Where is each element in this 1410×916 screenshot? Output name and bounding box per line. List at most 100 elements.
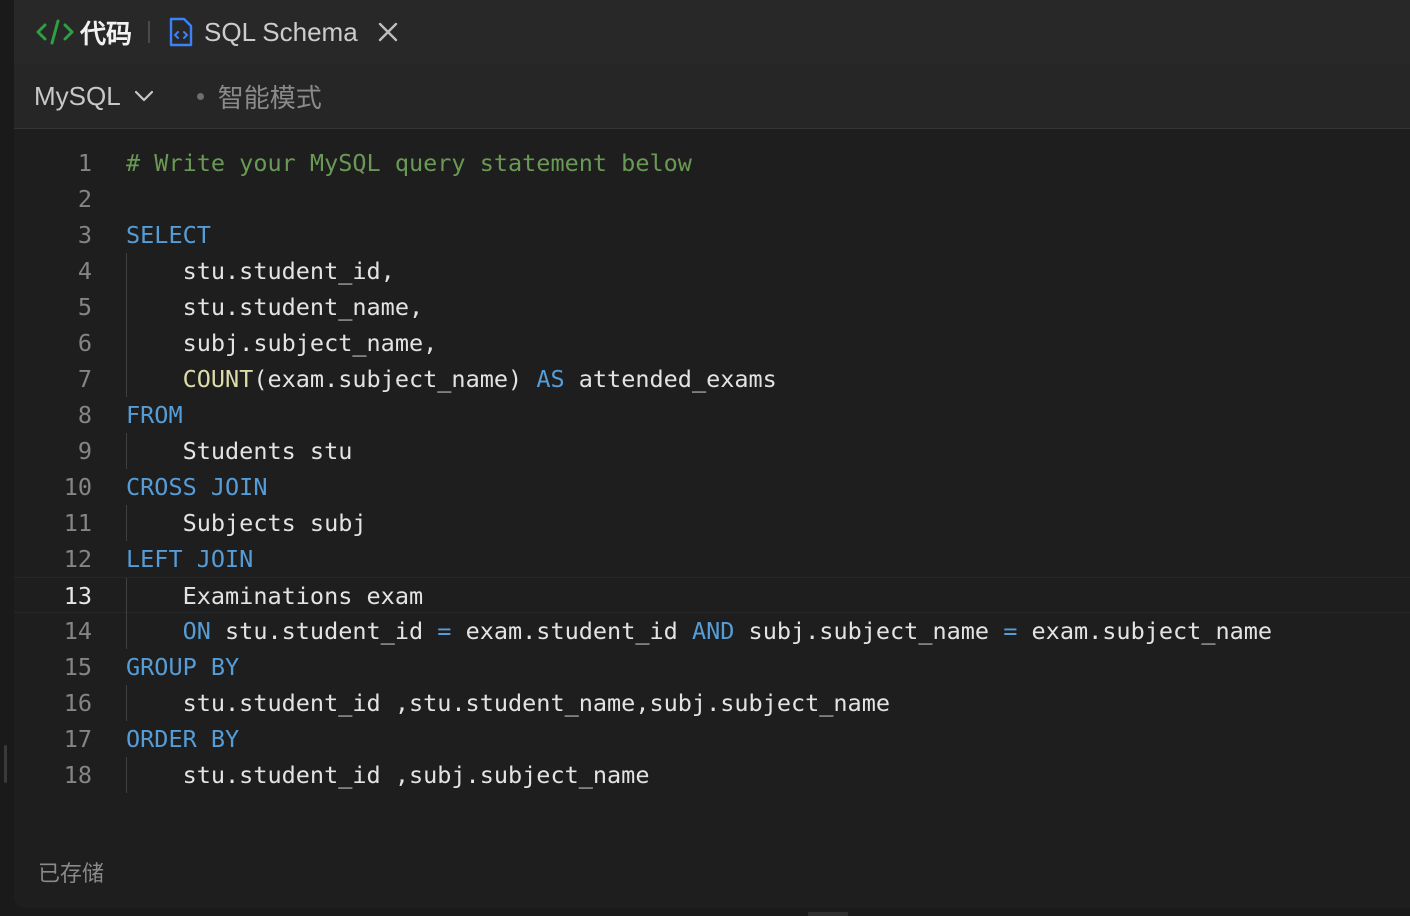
code-text: ON stu.student_id = exam.student_id AND … xyxy=(126,613,1272,649)
code-token: COUNT xyxy=(182,365,254,393)
code-line[interactable]: 12 LEFT JOIN xyxy=(14,541,1410,577)
code-line[interactable]: 11 Subjects subj xyxy=(14,505,1410,541)
code-token: ON xyxy=(182,617,211,645)
code-text: stu.student_id ,stu.student_name,subj.su… xyxy=(126,685,890,721)
code-text: stu.student_name, xyxy=(126,289,424,325)
code-text: FROM xyxy=(126,397,183,433)
smart-mode-toggle[interactable]: 智能模式 xyxy=(196,78,322,115)
code-line[interactable]: 10 CROSS JOIN xyxy=(14,469,1410,505)
editor-toolbar: MySQL 智能模式 xyxy=(14,64,1410,129)
line-number: 10 xyxy=(63,473,92,501)
code-text: CROSS JOIN xyxy=(126,469,267,505)
code-text: SELECT xyxy=(126,217,211,253)
code-token: FROM xyxy=(126,401,183,429)
code-line[interactable]: 8 FROM xyxy=(14,397,1410,433)
status-dot-icon xyxy=(196,92,204,100)
code-token: stu.student_id, xyxy=(126,257,395,285)
code-line[interactable]: 14 ON stu.student_id = exam.student_id A… xyxy=(14,613,1410,649)
code-line[interactable]: 17 ORDER BY xyxy=(14,721,1410,757)
line-number: 17 xyxy=(63,725,92,753)
resize-handle[interactable] xyxy=(4,745,7,783)
code-token: GROUP BY xyxy=(126,653,240,681)
code-line[interactable]: 5 stu.student_name, xyxy=(14,289,1410,325)
code-token: stu.student_name, xyxy=(126,293,424,321)
close-icon[interactable] xyxy=(376,20,400,44)
code-editor-panel: 代码 SQL Schema MySQL 智能模式 1 # Write your … xyxy=(14,0,1410,908)
smart-mode-label: 智能模式 xyxy=(217,83,322,114)
line-number: 3 xyxy=(77,221,92,249)
chevron-down-icon xyxy=(134,90,153,102)
code-line[interactable]: 16 stu.student_id ,stu.student_name,subj… xyxy=(14,685,1410,721)
code-text: Subjects subj xyxy=(126,505,367,541)
code-text: stu.student_id ,subj.subject_name xyxy=(126,757,650,793)
language-label: MySQL xyxy=(34,80,121,111)
tab-bar: 代码 SQL Schema xyxy=(14,0,1410,64)
line-number: 9 xyxy=(77,437,92,465)
code-token: CROSS JOIN xyxy=(126,473,268,501)
line-number: 18 xyxy=(63,761,92,789)
code-line[interactable]: 9 Students stu xyxy=(14,433,1410,469)
code-token: stu.student_id ,stu.student_name,subj.su… xyxy=(126,689,891,717)
code-text: GROUP BY xyxy=(126,649,239,685)
code-line[interactable]: 2 xyxy=(14,181,1410,217)
tab-sql-schema-label: SQL Schema xyxy=(204,16,358,47)
code-token: stu.student_id xyxy=(210,617,438,645)
code-token: subj.subject_name xyxy=(734,617,1004,645)
save-status: 已存储 xyxy=(38,862,105,887)
line-number: 14 xyxy=(63,617,92,645)
left-edge xyxy=(0,0,14,916)
file-code-icon xyxy=(169,17,193,47)
code-token: SELECT xyxy=(126,221,211,249)
line-number: 7 xyxy=(77,365,92,393)
line-number: 4 xyxy=(77,257,92,285)
code-line[interactable]: 18 stu.student_id ,subj.subject_name xyxy=(14,757,1410,793)
code-token: stu.student_id ,subj.subject_name xyxy=(126,761,650,789)
code-line[interactable]: 6 subj.subject_name, xyxy=(14,325,1410,361)
code-token: LEFT JOIN xyxy=(126,545,254,573)
code-token: = xyxy=(1003,617,1018,645)
code-token: = xyxy=(437,617,452,645)
language-select[interactable]: MySQL xyxy=(34,81,155,112)
code-text: Students stu xyxy=(126,433,353,469)
code-token: attended_exams xyxy=(564,365,777,393)
code-token: exam.subject_name xyxy=(1017,617,1273,645)
tab-code[interactable]: 代码 xyxy=(14,0,148,64)
line-number: 13 xyxy=(63,582,92,610)
code-text: ORDER BY xyxy=(126,721,239,757)
code-text: subj.subject_name, xyxy=(126,325,438,361)
code-token: AS xyxy=(536,365,565,393)
code-line[interactable]: 1 # Write your MySQL query statement belo… xyxy=(14,145,1410,181)
code-area[interactable]: 1 # Write your MySQL query statement belo… xyxy=(14,129,1410,829)
code-text: COUNT(exam.subject_name) AS attended_exa… xyxy=(126,361,777,397)
code-text: stu.student_id, xyxy=(126,253,395,289)
code-token: (exam.subject_name) xyxy=(253,365,537,393)
code-text: LEFT JOIN xyxy=(126,541,253,577)
code-line[interactable]: 15 GROUP BY xyxy=(14,649,1410,685)
code-token: Subjects subj xyxy=(126,509,367,537)
tab-divider xyxy=(148,21,151,43)
code-icon xyxy=(36,19,74,45)
tab-sql-schema[interactable]: SQL Schema xyxy=(168,0,400,64)
code-line[interactable]: 7 COUNT(exam.subject_name) AS attended_e… xyxy=(14,361,1410,397)
code-text: Examinations exam xyxy=(126,578,424,614)
line-number: 16 xyxy=(63,689,92,717)
line-number: 11 xyxy=(63,509,92,537)
code-token: Students stu xyxy=(126,437,353,465)
code-token: AND xyxy=(691,617,735,645)
code-line[interactable]: 4 stu.student_id, xyxy=(14,253,1410,289)
code-line[interactable]: 3 SELECT xyxy=(14,217,1410,253)
bottom-handle xyxy=(808,912,848,916)
code-text: # Write your MySQL query statement below xyxy=(126,145,692,181)
code-line[interactable]: 13 Examinations exam xyxy=(14,577,1410,614)
tab-code-label: 代码 xyxy=(80,19,133,50)
line-number: 12 xyxy=(63,545,92,573)
code-token: Examinations exam xyxy=(126,582,424,610)
line-number: 6 xyxy=(77,329,92,357)
line-number: 1 xyxy=(77,149,92,177)
line-number: 15 xyxy=(63,653,92,681)
code-token: exam.student_id xyxy=(451,617,692,645)
line-number: 5 xyxy=(77,293,92,321)
line-number: 2 xyxy=(77,185,92,213)
